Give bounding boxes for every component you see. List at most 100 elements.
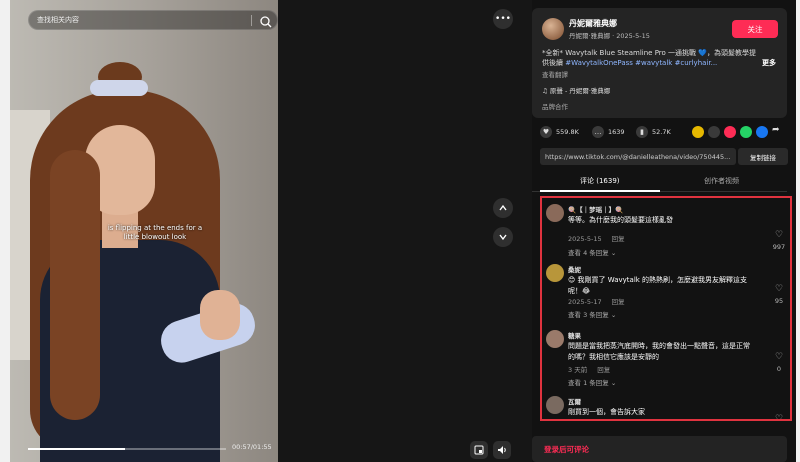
- comment-like-count: 95: [774, 297, 784, 305]
- comment-text: 等等。為什麼我的頭髮要這樣亂發: [568, 216, 673, 224]
- comment-like-count: 997: [772, 243, 786, 251]
- share-friends-icon[interactable]: [724, 126, 736, 138]
- save-stat[interactable]: ▮ 52.7K: [636, 124, 671, 140]
- embed-icon[interactable]: [708, 126, 720, 138]
- chevron-up-icon: [499, 204, 507, 211]
- commenter-name[interactable]: 🍭【｜梦瑶｜】🍭: [568, 204, 623, 214]
- bookmark-icon: ▮: [636, 126, 648, 138]
- reply-button[interactable]: 回复: [612, 298, 625, 306]
- comment-meta: 2025-5-15 回复: [568, 233, 625, 243]
- ellipsis-icon: •••: [495, 14, 511, 24]
- commenter-name[interactable]: 糖果: [568, 330, 581, 340]
- caption-line-2: little blowout look: [123, 233, 187, 241]
- reply-button[interactable]: 回复: [597, 366, 610, 374]
- comment-like[interactable]: ♡ 997: [770, 222, 788, 251]
- author-avatar[interactable]: [542, 18, 564, 40]
- volume-button[interactable]: [493, 441, 511, 459]
- copy-link-button[interactable]: 复制链接: [738, 148, 788, 165]
- engagement-stats: ♥ 559.8K … 1639 ▮ 52.7K ➦: [540, 124, 790, 140]
- video-caption: is flipping at the ends for a little blo…: [70, 224, 240, 242]
- panel-tabs: 评论 (1639) 创作者视频: [532, 172, 787, 192]
- share-link-row: 复制链接: [540, 148, 788, 165]
- comment-like[interactable]: ♡: [770, 406, 788, 421]
- search-icon[interactable]: [259, 14, 273, 28]
- tab-creator-videos[interactable]: 创作者视频: [704, 176, 739, 186]
- comment-list[interactable]: 🍭【｜梦瑶｜】🍭 等等。為什麼我的頭髮要這樣亂發 2025-5-15 回复 查看 …: [540, 196, 792, 421]
- previous-video-button[interactable]: [493, 198, 513, 218]
- search-divider: [251, 15, 252, 26]
- commenter-avatar[interactable]: [546, 330, 564, 348]
- translate-link[interactable]: 查看翻譯: [542, 69, 568, 79]
- view-replies-link[interactable]: 查看 4 条回复 ⌄: [568, 247, 616, 257]
- comment-text: 😊 我剛買了 Wavytalk 的熱熱刷，怎麼避我男友解釋這支呢！😂: [568, 276, 748, 295]
- whatsapp-icon[interactable]: [740, 126, 752, 138]
- comment-meta: 3 天前 回复: [568, 364, 610, 374]
- video-scrunchie: [90, 80, 148, 96]
- view-replies-link[interactable]: 查看 1 条回复 ⌄: [568, 377, 616, 387]
- view-replies-link[interactable]: 查看 3 条回复 ⌄: [568, 309, 616, 319]
- comment-like[interactable]: ♡ 0: [770, 344, 788, 373]
- tiktok-page: is flipping at the ends for a little blo…: [0, 0, 800, 462]
- chevron-down-icon: [499, 234, 507, 241]
- follow-button[interactable]: 关注: [732, 20, 778, 38]
- login-to-comment-label[interactable]: 登录后可评论: [544, 444, 589, 455]
- pip-icon: [474, 445, 484, 455]
- more-link[interactable]: 更多: [762, 58, 776, 68]
- comment-date: 2025-5-17: [568, 298, 602, 306]
- video-time: 00:57/01:55: [232, 443, 272, 451]
- video-hand: [200, 290, 240, 340]
- comment-meta: 2025-5-17 回复: [568, 296, 625, 306]
- login-to-comment-bar[interactable]: 登录后可评论: [532, 436, 787, 462]
- active-tab-indicator: [540, 190, 660, 192]
- like-count: 559.8K: [556, 128, 579, 136]
- tab-comments[interactable]: 评论 (1639): [580, 176, 620, 186]
- save-count: 52.7K: [652, 128, 671, 136]
- author-card: 丹妮爾雅典娜 丹妮爾·雅典娜 · 2025-5-15 关注 *全新* Wavyt…: [532, 8, 787, 118]
- heart-outline-icon: ♡: [774, 352, 784, 362]
- like-stat[interactable]: ♥ 559.8K: [540, 124, 579, 140]
- comment-icon: …: [592, 126, 604, 138]
- reply-button[interactable]: 回复: [612, 235, 625, 243]
- video-player[interactable]: is flipping at the ends for a little blo…: [10, 0, 278, 462]
- comment-like-count: 0: [776, 365, 782, 373]
- heart-outline-icon: ♡: [774, 230, 784, 240]
- comment-count: 1639: [608, 128, 625, 136]
- browser-margin-right: [796, 0, 800, 462]
- comment-text: 剛買到一個，會告訴大家: [568, 408, 645, 416]
- search-bar: [28, 10, 278, 30]
- comment-text: 問題是當我把蒸汽底開時，我的會發出一點聲音，這是正常的嗎？我相信它應該是安靜的: [568, 342, 750, 361]
- facebook-icon[interactable]: [756, 126, 768, 138]
- commenter-avatar[interactable]: [546, 264, 564, 282]
- heart-outline-icon: ♡: [774, 414, 784, 421]
- comment-stat[interactable]: … 1639: [592, 124, 625, 140]
- music-link[interactable]: ♫ 原聲 - 丹妮爾·雅典娜: [542, 85, 610, 95]
- next-video-button[interactable]: [493, 227, 513, 247]
- comment-item: 桑妮 😊 我剛買了 Wavytalk 的熱熱刷，怎麼避我男友解釋這支呢！😂 20…: [542, 264, 790, 330]
- video-progress-fill: [28, 448, 126, 450]
- author-meta: 丹妮爾·雅典娜 · 2025-5-15: [569, 32, 650, 40]
- author-name[interactable]: 丹妮爾雅典娜: [569, 18, 617, 29]
- comment-like[interactable]: ♡ 95: [770, 276, 788, 305]
- comment-date: 3 天前: [568, 366, 588, 374]
- more-options-button[interactable]: •••: [493, 9, 513, 29]
- brand-collab-label: 品牌合作: [542, 103, 568, 111]
- picture-in-picture-button[interactable]: [470, 441, 488, 459]
- commenter-name[interactable]: 桑妮: [568, 264, 581, 274]
- commenter-avatar[interactable]: [546, 204, 564, 222]
- comment-date: 2025-5-15: [568, 235, 602, 243]
- comment-item: 瓦爾 剛買到一個，會告訴大家 ♡: [542, 396, 790, 421]
- comment-item: 糖果 問題是當我把蒸汽底開時，我的會發出一點聲音，這是正常的嗎？我相信它應該是安…: [542, 330, 790, 396]
- heart-outline-icon: ♡: [774, 284, 784, 294]
- commenter-avatar[interactable]: [546, 396, 564, 414]
- browser-margin-left: [0, 0, 10, 462]
- coin-icon[interactable]: [692, 126, 704, 138]
- comment-item: 🍭【｜梦瑶｜】🍭 等等。為什麼我的頭髮要這樣亂發 2025-5-15 回复 查看 …: [542, 204, 790, 266]
- share-arrow-icon[interactable]: ➦: [772, 125, 780, 135]
- search-input[interactable]: [37, 11, 247, 29]
- share-link-field[interactable]: [540, 148, 736, 165]
- video-hair-strand: [50, 150, 100, 420]
- video-progress-bar[interactable]: [28, 448, 226, 450]
- description-hashtags[interactable]: #WavytalkOnePass #wavytalk #curlyhair...: [565, 59, 717, 67]
- video-description: *全新* Wavytalk Blue Steamline Pro 一通挑戰 💙，…: [542, 48, 760, 68]
- commenter-name[interactable]: 瓦爾: [568, 396, 581, 406]
